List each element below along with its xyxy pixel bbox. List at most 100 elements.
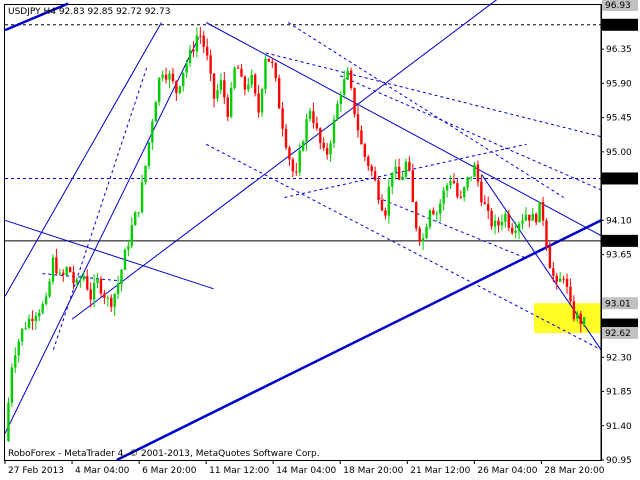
candle-up — [301, 141, 305, 151]
price-chart: 90.95 91.40 91.85 92.30 93.65 94.10 95.00 95.45… — [0, 0, 640, 480]
candle-up — [260, 89, 264, 113]
candle-down — [110, 297, 113, 307]
candle-up — [216, 89, 219, 99]
candle-up — [305, 118, 308, 142]
candle-up — [134, 212, 137, 226]
candle-down — [415, 202, 418, 229]
candle-down — [356, 114, 360, 131]
candle-down — [548, 246, 552, 269]
y-tick-label: 96.35 — [606, 45, 632, 55]
candle-down — [55, 257, 58, 274]
candle-down — [202, 35, 205, 47]
candle-up — [34, 316, 38, 322]
y-tick-label: 95.00 — [606, 148, 632, 158]
candle-down — [205, 46, 209, 56]
candle-down — [408, 161, 411, 171]
candle-down — [322, 142, 325, 149]
candle-up — [48, 281, 51, 297]
candle-up — [147, 142, 151, 166]
candle-down — [363, 144, 367, 157]
x-tick-label: 26 Mar 04:00 — [477, 466, 537, 476]
candle-up — [428, 210, 432, 227]
candle-down — [274, 63, 277, 79]
candle-down — [528, 214, 531, 221]
candle-down — [456, 183, 459, 197]
candle-down — [226, 97, 229, 117]
candle-down — [565, 278, 569, 287]
candle-up — [264, 58, 267, 90]
candle-up — [92, 282, 96, 300]
copyright-text: RoboForex - MetaTrader 4, © 2001-2013, M… — [8, 449, 320, 459]
candle-up — [20, 328, 24, 342]
candle-down — [534, 214, 538, 223]
candle-up — [154, 102, 157, 122]
price-label-text: 96.67 — [605, 21, 631, 31]
x-tick-label: 27 Feb 2013 — [8, 466, 64, 476]
candle-down — [103, 293, 106, 298]
y-tick-label: 91.40 — [606, 422, 632, 432]
candle-down — [569, 286, 572, 302]
candle-up — [308, 111, 312, 119]
candle-up — [24, 327, 27, 329]
candle-down — [380, 199, 384, 211]
x-tick-label: 6 Mar 20:00 — [142, 466, 197, 476]
candle-down — [555, 275, 558, 282]
candle-down — [267, 58, 271, 62]
candle-down — [86, 276, 89, 290]
candle-down — [199, 35, 202, 37]
candle-down — [373, 171, 377, 181]
price-label-text: 92.62 — [605, 329, 631, 339]
candle-up — [130, 225, 133, 247]
candle-up — [219, 80, 223, 90]
candle-down — [452, 181, 456, 184]
candle-up — [391, 172, 394, 187]
candle-up — [140, 182, 144, 213]
candle-down — [236, 67, 240, 69]
candle-down — [284, 128, 288, 148]
candle-down — [277, 78, 281, 109]
candle-down — [68, 267, 72, 273]
y-tick-label: 91.85 — [606, 388, 632, 398]
candle-down — [212, 73, 216, 99]
candle-down — [281, 108, 284, 129]
candle-up — [473, 164, 476, 177]
candle-up — [161, 74, 164, 78]
candle-up — [531, 214, 534, 221]
candle-down — [243, 76, 247, 90]
candle-down — [552, 268, 555, 276]
candle-down — [72, 272, 75, 284]
candle-up — [158, 77, 161, 103]
x-tick-label: 21 Mar 12:00 — [410, 466, 470, 476]
candle-up — [151, 121, 154, 143]
candle-up — [500, 221, 504, 226]
candle-down — [89, 289, 92, 300]
candle-down — [384, 210, 387, 216]
candle-up — [425, 226, 428, 239]
candle-up — [517, 223, 521, 231]
candle-up — [233, 67, 236, 88]
x-tick-label: 11 Mar 12:00 — [209, 466, 269, 476]
candle-down — [432, 210, 435, 215]
y-tick-label: 93.65 — [606, 251, 632, 261]
candle-up — [44, 296, 48, 304]
candle-up — [346, 70, 349, 80]
candle-down — [271, 61, 274, 64]
y-tick-label: 95.90 — [606, 79, 632, 89]
candle-up — [229, 87, 233, 117]
candle-up — [82, 276, 86, 280]
candle-up — [168, 73, 171, 80]
candle-up — [514, 230, 517, 233]
candle-up — [463, 187, 466, 198]
candle-up — [521, 220, 524, 224]
candle-down — [411, 170, 415, 203]
candle-down — [315, 123, 319, 129]
candle-up — [137, 212, 140, 214]
candle-up — [7, 402, 10, 441]
candle-up — [445, 185, 449, 191]
chart-title: USDJPY,H4 92.83 92.85 92.72 92.73 — [8, 7, 170, 17]
candle-down — [360, 130, 363, 145]
candle-up — [336, 103, 339, 120]
candle-down — [319, 128, 322, 143]
candle-down — [572, 301, 576, 319]
candle-down — [545, 220, 548, 247]
